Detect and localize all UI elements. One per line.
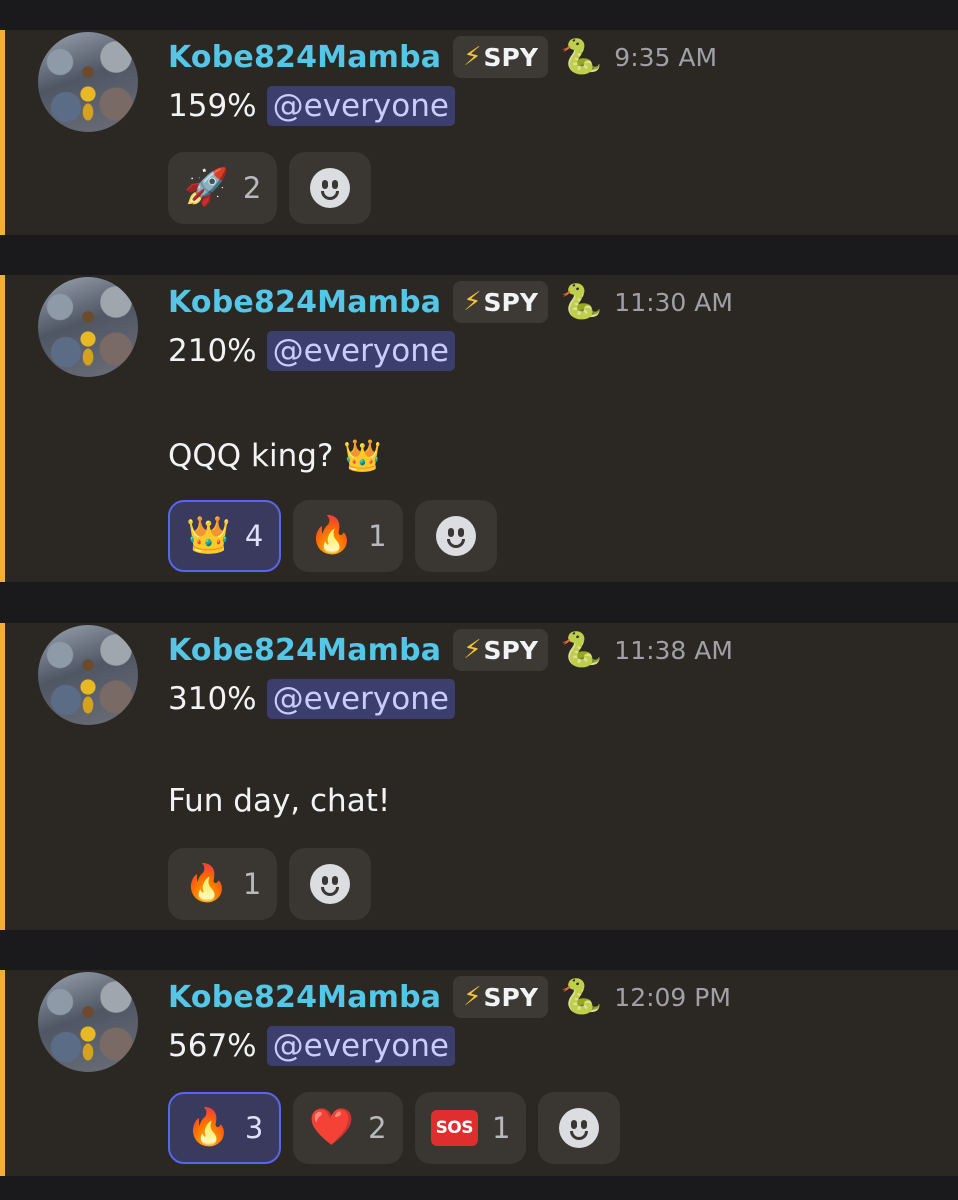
reactions-bar: 🚀 2 — [168, 152, 372, 224]
message-text: 210% — [168, 333, 257, 369]
message-text: Fun day, chat! — [168, 783, 391, 819]
mention[interactable]: @everyone — [266, 86, 455, 126]
sos-emoji-icon: SOS — [430, 1110, 479, 1146]
fire-emoji-icon: 🔥 — [186, 1107, 231, 1148]
reactions-bar: 🔥 1 — [168, 848, 372, 920]
reaction-sos[interactable]: SOS 1 — [414, 1092, 527, 1164]
message-text: 310% — [168, 681, 257, 717]
reactions-bar: 👑 4 🔥 1 — [168, 500, 497, 572]
avatar[interactable] — [38, 972, 138, 1072]
reaction-count: 4 — [244, 519, 264, 553]
avatar[interactable] — [38, 277, 138, 377]
message-feed: Kobe824Mamba ⚡ SPY 🐍 9:35 AM 159% @everyo… — [0, 0, 958, 1200]
server-tag[interactable]: ⚡ SPY — [453, 36, 548, 78]
smiley-face-icon — [310, 168, 351, 208]
rocket-emoji-icon: 🚀 — [184, 167, 229, 208]
reaction-count: 1 — [242, 867, 262, 901]
snake-emoji-icon: 🐍 — [559, 630, 603, 670]
username[interactable]: Kobe824Mamba — [168, 40, 441, 75]
tag-label: SPY — [483, 635, 538, 665]
reaction-fire[interactable]: 🔥 1 — [168, 848, 278, 920]
message-content: 210% @everyone — [168, 331, 455, 371]
reaction-heart[interactable]: ❤️ 2 — [293, 1092, 403, 1164]
fire-emoji-icon: 🔥 — [184, 863, 229, 904]
message-text: 567% — [168, 1028, 257, 1064]
mention[interactable]: @everyone — [266, 331, 455, 371]
message-content: 159% @everyone — [168, 86, 455, 126]
message-text: QQQ king? 👑 — [168, 438, 382, 474]
message: Kobe824Mamba ⚡ SPY 🐍 11:38 AM 310% @every… — [0, 623, 958, 930]
tag-label: SPY — [483, 42, 538, 72]
mention[interactable]: @everyone — [266, 1026, 455, 1066]
tag-label: SPY — [483, 982, 538, 1012]
reaction-crown[interactable]: 👑 4 — [168, 500, 282, 572]
reaction-count: 2 — [242, 171, 262, 205]
snake-emoji-icon: 🐍 — [559, 37, 603, 77]
avatar[interactable] — [38, 32, 138, 132]
server-tag[interactable]: ⚡ SPY — [453, 629, 548, 671]
timestamp[interactable]: 12:09 PM — [614, 983, 731, 1012]
server-tag[interactable]: ⚡ SPY — [453, 281, 548, 323]
username[interactable]: Kobe824Mamba — [168, 285, 441, 320]
server-tag[interactable]: ⚡ SPY — [453, 976, 548, 1018]
tag-label: SPY — [483, 287, 538, 317]
smiley-face-icon — [559, 1108, 600, 1148]
timestamp[interactable]: 11:30 AM — [614, 288, 733, 317]
smiley-face-icon — [310, 864, 351, 904]
message-text-line: Fun day, chat! — [168, 783, 390, 819]
add-reaction-button[interactable] — [538, 1092, 621, 1164]
message-header: Kobe824Mamba ⚡ SPY 🐍 12:09 PM — [168, 974, 731, 1020]
message-header: Kobe824Mamba ⚡ SPY 🐍 9:35 AM — [168, 34, 717, 80]
message-content: 567% @everyone — [168, 1026, 455, 1066]
message: Kobe824Mamba ⚡ SPY 🐍 9:35 AM 159% @everyo… — [0, 30, 958, 235]
smiley-face-icon — [435, 516, 476, 556]
reactions-bar: 🔥 3 ❤️ 2 SOS 1 — [168, 1092, 621, 1164]
snake-emoji-icon: 🐍 — [559, 282, 603, 322]
add-reaction-button[interactable] — [414, 500, 497, 572]
reaction-count: 1 — [492, 1111, 511, 1145]
message-text-line: QQQ king? 👑 — [168, 437, 382, 474]
reaction-count: 3 — [244, 1111, 264, 1145]
message: Kobe824Mamba ⚡ SPY 🐍 12:09 PM 567% @every… — [0, 970, 958, 1176]
avatar[interactable] — [38, 625, 138, 725]
add-reaction-button[interactable] — [289, 848, 372, 920]
username[interactable]: Kobe824Mamba — [168, 633, 441, 668]
reaction-fire[interactable]: 🔥 1 — [293, 500, 403, 572]
message-text: 159% — [168, 88, 257, 124]
message-header: Kobe824Mamba ⚡ SPY 🐍 11:30 AM — [168, 279, 733, 325]
lightning-bolt-icon: ⚡ — [463, 982, 482, 1012]
mention[interactable]: @everyone — [266, 679, 455, 719]
snake-emoji-icon: 🐍 — [559, 977, 603, 1017]
message-content: 310% @everyone — [168, 679, 455, 719]
lightning-bolt-icon: ⚡ — [463, 42, 482, 72]
message: Kobe824Mamba ⚡ SPY 🐍 11:30 AM 210% @every… — [0, 275, 958, 582]
crown-emoji-icon: 👑 — [186, 515, 231, 556]
lightning-bolt-icon: ⚡ — [463, 287, 482, 317]
heart-emoji-icon: ❤️ — [309, 1107, 355, 1148]
message-header: Kobe824Mamba ⚡ SPY 🐍 11:38 AM — [168, 627, 733, 673]
timestamp[interactable]: 11:38 AM — [614, 636, 733, 665]
timestamp[interactable]: 9:35 AM — [614, 43, 717, 72]
fire-emoji-icon: 🔥 — [309, 515, 355, 556]
lightning-bolt-icon: ⚡ — [463, 635, 482, 665]
add-reaction-button[interactable] — [289, 152, 372, 224]
reaction-rocket[interactable]: 🚀 2 — [168, 152, 278, 224]
reaction-fire[interactable]: 🔥 3 — [168, 1092, 282, 1164]
reaction-count: 2 — [368, 1111, 387, 1145]
username[interactable]: Kobe824Mamba — [168, 980, 441, 1015]
reaction-count: 1 — [368, 519, 387, 553]
